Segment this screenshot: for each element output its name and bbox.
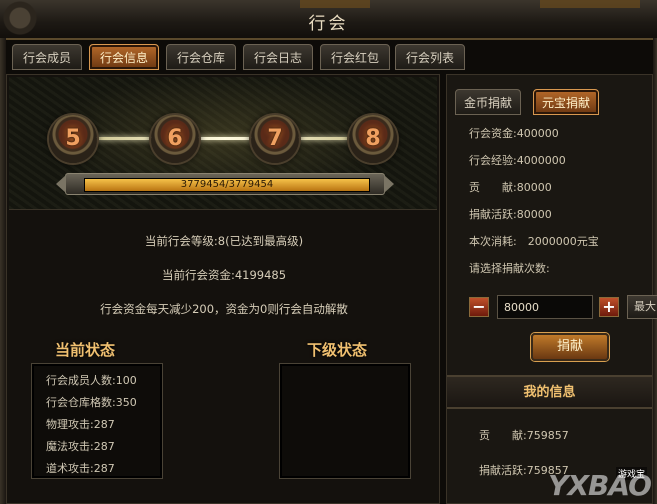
tab-yuanbao-donate[interactable]: 元宝捐献: [533, 89, 599, 115]
decrease-button[interactable]: −: [469, 297, 489, 317]
my-info-title: 我的信息: [523, 385, 576, 400]
watermark-logo: YXBAO: [548, 469, 652, 502]
frame-right: [653, 38, 657, 504]
status-row: 行会成员人数:100: [46, 374, 137, 387]
donate-line: 捐献活跃:80000: [469, 208, 552, 221]
current-status-box: 行会成员人数:100 行会仓库格数:350 物理攻击:287 魔法攻击:287 …: [31, 363, 163, 479]
status-row: 行会仓库格数:350: [46, 396, 137, 409]
tab-guild-warehouse[interactable]: 行会仓库: [166, 44, 236, 70]
donate-line: 行会经验:4000000: [469, 154, 566, 167]
max-button[interactable]: 最大: [627, 295, 657, 319]
tab-guild-log[interactable]: 行会日志: [243, 44, 313, 70]
level-medal-icon: 8: [349, 115, 397, 163]
experience-bar: 3779454/3779454: [56, 173, 394, 195]
funds-notice-text: 行会资金每天减少200，资金为0则行会自动解散: [100, 302, 348, 316]
level-banner: 5 6 7 8 3779454/3779454: [9, 77, 437, 210]
background-glimpse: [300, 0, 370, 8]
status-row: 道术攻击:287: [46, 462, 115, 475]
donate-line: 本次消耗: 2000000元宝: [469, 235, 599, 248]
donate-line: 行会资金:400000: [469, 127, 559, 140]
donate-panel: 金币捐献 元宝捐献 行会资金:400000 行会经验:4000000 贡 献:8…: [446, 74, 657, 504]
window-title: 行会: [308, 14, 349, 34]
donate-line: 贡 献:80000: [469, 181, 552, 194]
title-bar: 行会: [0, 0, 657, 40]
my-info-line: 贡 献:759857: [479, 429, 569, 442]
donate-line: 请选择捐献次数:: [469, 262, 550, 275]
background-glimpse: [540, 0, 640, 8]
tab-gold-donate[interactable]: 金币捐献: [455, 89, 521, 115]
guild-info-panel: 5 6 7 8 3779454/3779454 当前行会等级:8(已达到最高级)…: [6, 74, 440, 504]
current-funds-text: 当前行会资金:4199485: [161, 268, 287, 282]
tab-guild-redpacket[interactable]: 行会红包: [320, 44, 390, 70]
current-level-text: 当前行会等级:8(已达到最高级): [144, 234, 304, 248]
status-row: 魔法攻击:287: [46, 440, 115, 453]
next-status-title: 下级状态: [307, 341, 368, 359]
tab-guild-info[interactable]: 行会信息: [89, 44, 159, 70]
tab-guild-members[interactable]: 行会成员: [12, 44, 82, 70]
level-chain: [75, 137, 375, 140]
current-status-title: 当前状态: [55, 341, 116, 359]
status-row: 物理攻击:287: [46, 418, 115, 431]
experience-text: 3779454/3779454: [180, 179, 274, 190]
increase-button[interactable]: +: [599, 297, 619, 317]
donate-button[interactable]: 捐献: [531, 333, 609, 361]
level-medal-icon: 7: [251, 115, 299, 163]
experience-track: 3779454/3779454: [84, 178, 370, 192]
next-status-box: [279, 363, 411, 479]
level-medal-icon: 5: [49, 115, 97, 163]
donate-quantity-input[interactable]: [497, 295, 593, 319]
tab-guild-list[interactable]: 行会列表: [395, 44, 465, 70]
level-medal-icon: 6: [151, 115, 199, 163]
